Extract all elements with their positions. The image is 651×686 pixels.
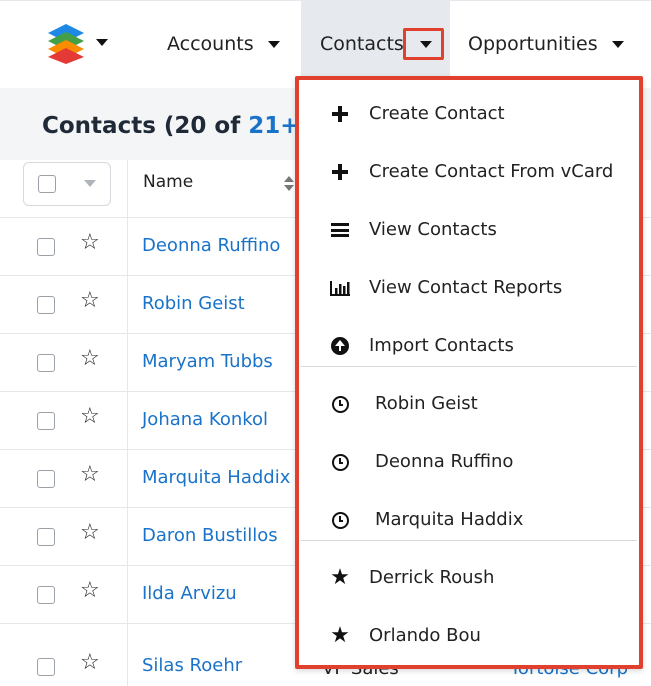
menu-item-view-contacts[interactable]: View Contacts bbox=[299, 202, 639, 260]
bar-chart-icon bbox=[329, 277, 351, 299]
row-checkbox[interactable] bbox=[37, 412, 55, 430]
menu-item-create-contact-from-vcard[interactable]: Create Contact From vCard bbox=[299, 144, 639, 202]
favorite-star-icon[interactable]: ☆ bbox=[80, 406, 100, 428]
favorite-star-icon[interactable]: ☆ bbox=[80, 348, 100, 370]
nav-opportunities[interactable]: Opportunities bbox=[468, 30, 624, 58]
nav-opportunities-label: Opportunities bbox=[468, 33, 598, 55]
row-checkbox[interactable] bbox=[37, 658, 55, 676]
menu-item-label: View Contacts bbox=[369, 219, 497, 240]
clock-icon bbox=[329, 451, 351, 473]
row-checkbox[interactable] bbox=[37, 528, 55, 546]
logo-icon[interactable] bbox=[46, 22, 86, 64]
menu-divider bbox=[301, 540, 637, 541]
menu-item-label: View Contact Reports bbox=[369, 277, 563, 298]
menu-item-label: Create Contact From vCard bbox=[369, 161, 614, 182]
menu-item-derrick-roush[interactable]: ★ Derrick Roush bbox=[299, 550, 639, 608]
nav-accounts[interactable]: Accounts bbox=[167, 30, 280, 58]
star-icon: ★ bbox=[330, 623, 350, 648]
contacts-dropdown-menu: Create Contact Create Contact From vCard V… bbox=[295, 76, 643, 669]
clock-icon bbox=[329, 509, 351, 531]
plus-icon bbox=[329, 103, 351, 125]
page-title-count[interactable]: 21+ bbox=[248, 113, 299, 139]
menu-item-label: Derrick Roush bbox=[369, 567, 495, 588]
contact-name-link[interactable]: Deonna Ruffino bbox=[142, 235, 280, 256]
star-icon: ★ bbox=[330, 565, 350, 590]
logo-chevron-down-icon[interactable] bbox=[96, 39, 108, 46]
mass-select-control[interactable] bbox=[23, 162, 111, 206]
row-checkbox[interactable] bbox=[37, 470, 55, 488]
menu-item-label: Deonna Ruffino bbox=[375, 451, 514, 472]
menu-item-robin-geist[interactable]: Robin Geist bbox=[299, 376, 639, 434]
select-all-checkbox[interactable] bbox=[38, 175, 56, 193]
favorite-star-icon[interactable]: ☆ bbox=[80, 580, 100, 602]
menu-item-label: Create Contact bbox=[369, 103, 505, 124]
nav-contacts-label: Contacts bbox=[320, 33, 404, 55]
favorite-star-icon[interactable]: ☆ bbox=[80, 232, 100, 254]
menu-item-label: Marquita Haddix bbox=[375, 509, 524, 530]
contacts-chevron-down-icon bbox=[420, 41, 432, 48]
sort-icon[interactable] bbox=[284, 176, 294, 192]
contact-name-link[interactable]: Ilda Arvizu bbox=[142, 583, 237, 604]
menu-divider bbox=[301, 366, 637, 367]
mass-actions-chevron-down-icon[interactable] bbox=[84, 180, 96, 187]
contact-name-link[interactable]: Johana Konkol bbox=[142, 409, 268, 430]
menu-item-marquita-haddix[interactable]: Marquita Haddix bbox=[299, 492, 639, 550]
favorite-star-icon[interactable]: ☆ bbox=[80, 652, 100, 674]
menu-item-label: Robin Geist bbox=[375, 393, 478, 414]
row-checkbox[interactable] bbox=[37, 354, 55, 372]
page-title-text: Contacts (20 of bbox=[42, 113, 249, 139]
opportunities-chevron-down-icon[interactable] bbox=[611, 41, 624, 48]
row-checkbox[interactable] bbox=[37, 296, 55, 314]
clock-icon bbox=[329, 393, 351, 415]
accounts-chevron-down-icon[interactable] bbox=[267, 41, 280, 48]
row-checkbox[interactable] bbox=[37, 238, 55, 256]
nav-contacts[interactable]: Contacts bbox=[320, 30, 404, 58]
page-title: Contacts (20 of 21+) bbox=[42, 113, 310, 139]
list-icon bbox=[329, 219, 351, 241]
contact-name-link[interactable]: Daron Bustillos bbox=[142, 525, 278, 546]
menu-item-label: Orlando Bou bbox=[369, 625, 481, 646]
favorite-star-icon[interactable]: ☆ bbox=[80, 464, 100, 486]
plus-icon bbox=[329, 161, 351, 183]
contact-name-link[interactable]: Silas Roehr bbox=[142, 655, 242, 676]
upload-icon bbox=[329, 335, 351, 357]
contact-name-link[interactable]: Maryam Tubbs bbox=[142, 351, 273, 372]
menu-item-deonna-ruffino[interactable]: Deonna Ruffino bbox=[299, 434, 639, 492]
contact-name-link[interactable]: Marquita Haddix bbox=[142, 467, 290, 488]
contacts-dropdown-toggle[interactable] bbox=[403, 28, 444, 60]
column-header-name[interactable]: Name bbox=[143, 172, 193, 192]
column-divider bbox=[127, 160, 128, 686]
contact-name-link[interactable]: Robin Geist bbox=[142, 293, 245, 314]
nav-accounts-label: Accounts bbox=[167, 33, 254, 55]
menu-item-orlando-bou[interactable]: ★ Orlando Bou bbox=[299, 608, 639, 666]
favorite-star-icon[interactable]: ☆ bbox=[80, 290, 100, 312]
menu-item-import-contacts[interactable]: Import Contacts bbox=[299, 318, 639, 376]
favorite-star-icon[interactable]: ☆ bbox=[80, 522, 100, 544]
menu-item-create-contact[interactable]: Create Contact bbox=[299, 86, 639, 144]
menu-item-label: Import Contacts bbox=[369, 335, 514, 356]
row-checkbox[interactable] bbox=[37, 586, 55, 604]
menu-item-view-contact-reports[interactable]: View Contact Reports bbox=[299, 260, 639, 318]
